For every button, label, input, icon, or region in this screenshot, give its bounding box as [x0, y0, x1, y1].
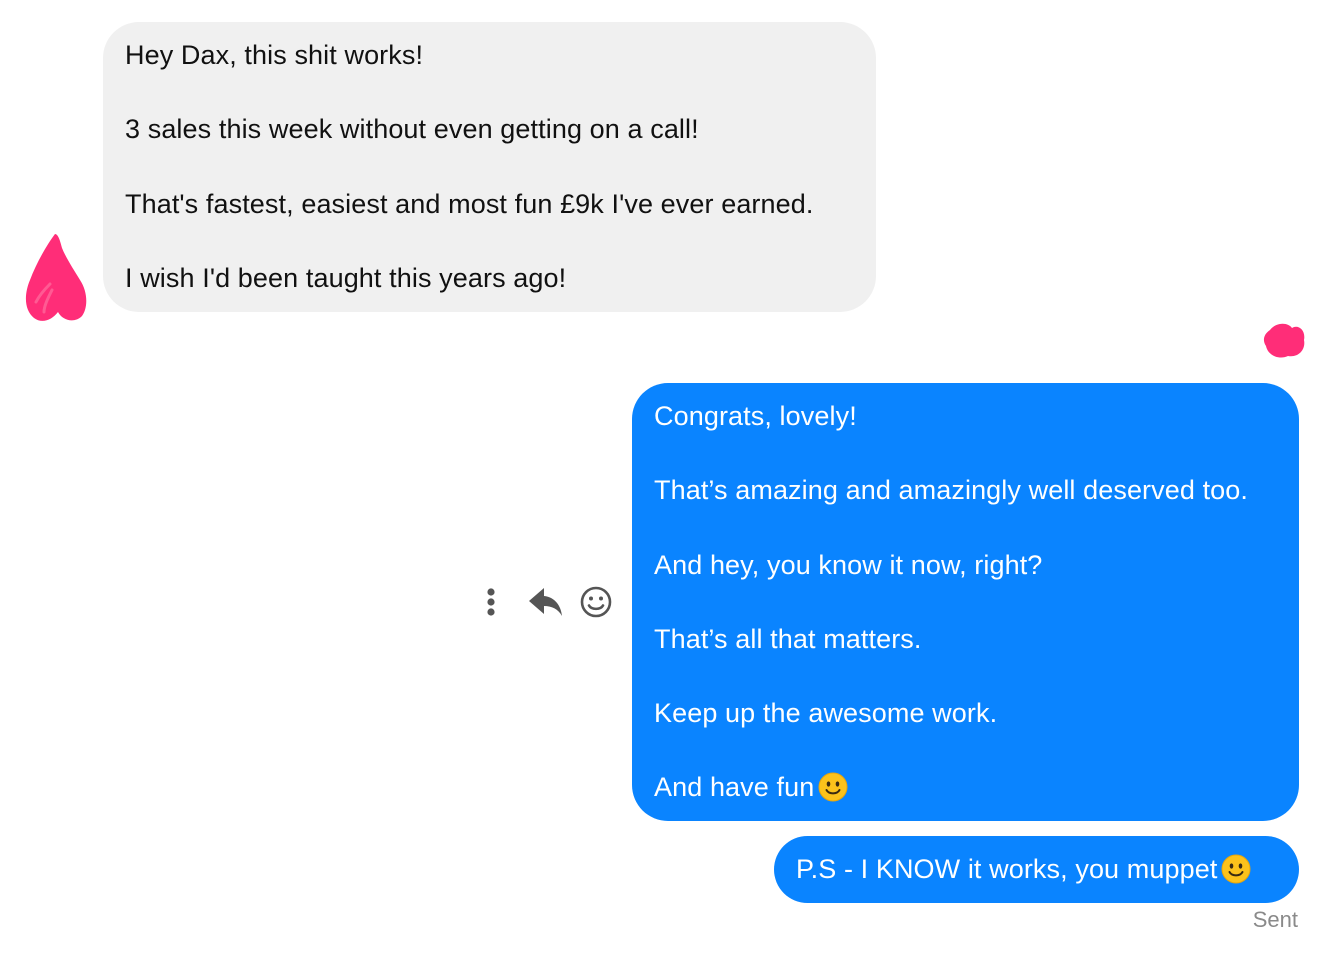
- incoming-message-line: That's fastest, easiest and most fun £9k…: [125, 188, 814, 219]
- slightly-smiling-face-emoji: [818, 772, 848, 808]
- smiley-react-icon[interactable]: [578, 582, 616, 622]
- message-status: Sent: [1252, 907, 1298, 932]
- outgoing-message-bubble[interactable]: Congrats, lovely! That’s amazing and ama…: [632, 383, 1299, 821]
- redacted-avatar-scribble: [25, 234, 87, 321]
- outgoing-message-last-line: And have fun: [654, 772, 1277, 808]
- outgoing-message-line: And hey, you know it now, right?: [654, 549, 1043, 580]
- outgoing-message-line: That’s all that matters.: [654, 623, 922, 654]
- incoming-message-line: 3 sales this week without even getting o…: [125, 114, 699, 145]
- more-vertical-icon[interactable]: [478, 582, 504, 622]
- outgoing-ps-text: P.S - I KNOW it works, you muppet: [796, 854, 1218, 884]
- reply-icon[interactable]: [526, 582, 566, 622]
- slightly-smiling-face-emoji: [1221, 854, 1251, 890]
- outgoing-ps-message-bubble[interactable]: P.S - I KNOW it works, you muppet: [774, 836, 1299, 903]
- incoming-message-bubble[interactable]: Hey Dax, this shit works! 3 sales this w…: [103, 22, 876, 312]
- outgoing-message-line: Keep up the awesome work.: [654, 698, 998, 729]
- outgoing-message-line: That’s amazing and amazingly well deserv…: [654, 475, 1249, 506]
- outgoing-message-line: Congrats, lovely!: [654, 401, 857, 431]
- incoming-message-line: Hey Dax, this shit works!: [125, 40, 424, 70]
- outgoing-ps-line: P.S - I KNOW it works, you muppet: [796, 854, 1277, 890]
- incoming-message-line: I wish I'd been taught this years ago!: [125, 262, 567, 293]
- outgoing-message-line: And have fun: [654, 772, 815, 803]
- redacted-read-receipt-scribble: [1263, 323, 1305, 358]
